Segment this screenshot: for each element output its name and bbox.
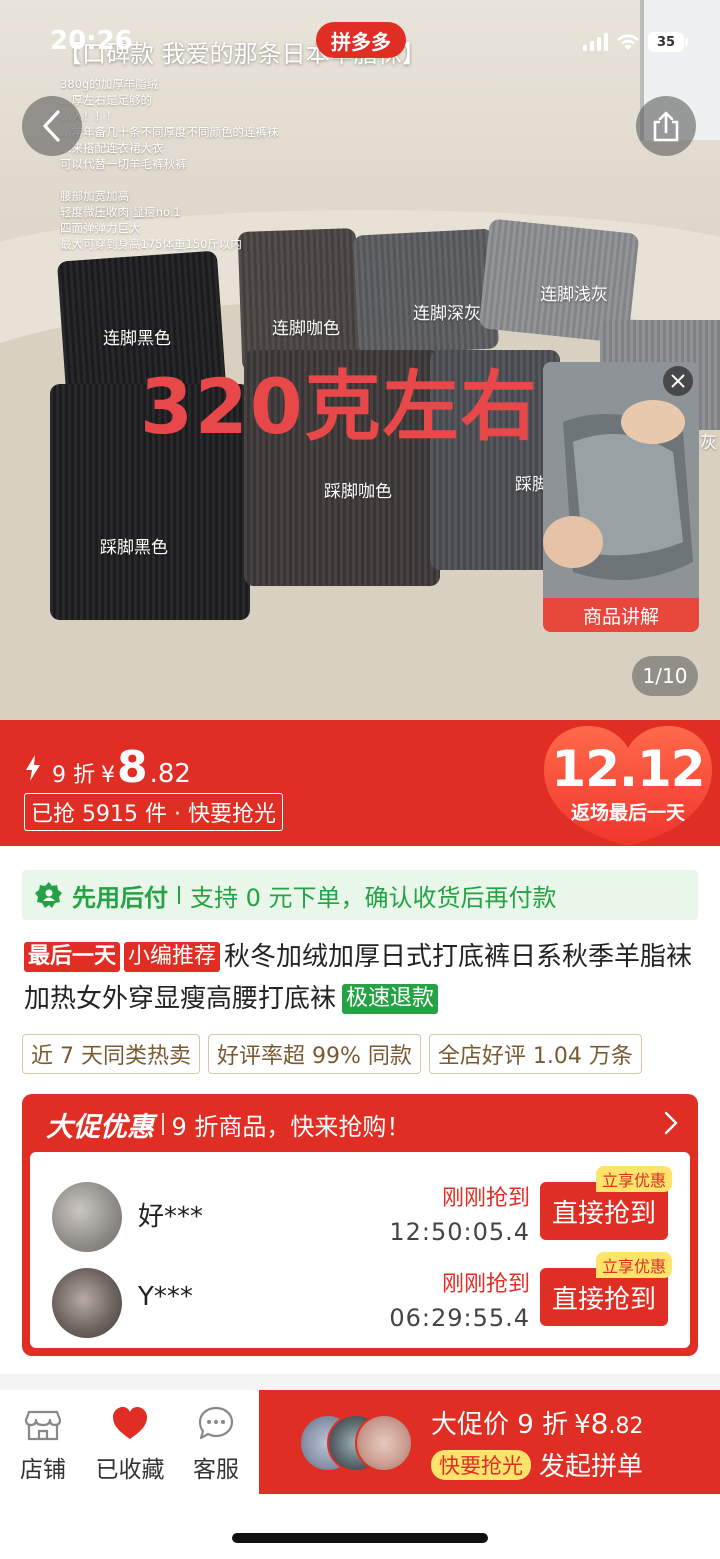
divider xyxy=(162,1113,164,1135)
sock-label: 连脚浅灰 xyxy=(540,285,608,305)
avatar xyxy=(52,1268,122,1338)
product-title: 最后一天 小编推荐 秋冬加绒加厚日式打底裤日系秋季羊脂袜加热女外穿显瘦高腰打底袜 极速… xyxy=(24,936,700,1020)
chip-hot-sale[interactable]: 近 7 天同类热卖 xyxy=(22,1034,200,1074)
hero-notes: 380g的加厚羊脂绒 …厚左右是足够的 …入！！！ …常年备几十条不同厚度不同颜… xyxy=(60,77,279,251)
group-price-integer: 8 xyxy=(590,1407,609,1440)
group-price-currency: ¥ xyxy=(574,1410,591,1440)
customer-service-button[interactable]: 客服 xyxy=(176,1404,256,1484)
wifi-icon xyxy=(617,34,639,50)
group-price: 大促价 9 折 ¥ 8 .82 xyxy=(431,1404,643,1441)
event-date: 12.12 xyxy=(551,740,705,798)
editor-pick-tag: 小编推荐 xyxy=(124,942,221,972)
group-action: 快要抢光 发起拼单 xyxy=(431,1446,643,1483)
hero-weight-text: 320克左右 xyxy=(140,362,539,451)
store-icon xyxy=(24,1410,62,1441)
price-currency: ¥ xyxy=(101,763,115,788)
avatar xyxy=(52,1182,122,1252)
close-icon xyxy=(671,374,685,388)
divider xyxy=(0,1374,720,1390)
share-icon xyxy=(653,111,679,142)
price-line: 9 折 ¥ 8 .82 xyxy=(24,742,191,793)
fast-refund-tag: 极速退款 xyxy=(342,984,439,1014)
store-label: 店铺 xyxy=(20,1457,66,1483)
group-price-decimal: .82 xyxy=(608,1414,644,1439)
start-group-label: 发起拼单 xyxy=(539,1452,644,1482)
hurry-badge: 快要抢光 xyxy=(431,1449,531,1480)
chat-icon xyxy=(198,1406,234,1440)
buyer-name: Y*** xyxy=(138,1282,193,1312)
back-button[interactable] xyxy=(22,96,82,156)
event-subtitle: 返场最后一天 xyxy=(570,802,685,824)
share-button[interactable] xyxy=(636,96,696,156)
buyer-status: 刚刚抢到 xyxy=(441,1272,530,1297)
product-video-pip[interactable]: 商品讲解 xyxy=(543,362,699,632)
group-price-label: 大促价 9 折 xyxy=(431,1410,569,1440)
buyer-time: 06:29:55.4 xyxy=(389,1304,530,1332)
group-buy-button[interactable]: 大促价 9 折 ¥ 8 .82 快要抢光 发起拼单 xyxy=(259,1390,720,1494)
group-avatars xyxy=(299,1414,419,1474)
buyer-row: Y*** 刚刚抢到 06:29:55.4 直接抢到 立享优惠 xyxy=(42,1252,678,1346)
pay-later-desc: 支持 0 元下单，确认收货后再付款 xyxy=(190,883,557,912)
promo-event-badge: 12.12 返场最后一天 xyxy=(540,722,716,850)
divider xyxy=(178,886,180,904)
sock-label: 连脚咖色 xyxy=(272,319,340,339)
buyer-name: 好*** xyxy=(138,1202,204,1232)
chip-store-reviews[interactable]: 全店好评 1.04 万条 xyxy=(428,1034,642,1074)
home-indicator[interactable] xyxy=(232,1533,488,1543)
video-caption: 商品讲解 xyxy=(543,598,699,632)
app-badge: 拼多多 xyxy=(316,22,406,58)
pay-later-icon xyxy=(35,882,62,908)
chevron-left-icon xyxy=(43,110,60,142)
sock-label: 连脚深灰 xyxy=(413,304,481,324)
price-integer: 8 xyxy=(117,742,148,793)
close-video-button[interactable] xyxy=(663,366,693,396)
price-decimal: .82 xyxy=(149,759,191,789)
buyer-status: 刚刚抢到 xyxy=(441,1186,530,1211)
buyer-row: 好*** 刚刚抢到 12:50:05.4 直接抢到 立享优惠 xyxy=(42,1166,678,1260)
product-sock-deepgray-footed xyxy=(352,228,500,356)
promo-subtitle: 9 折商品，快来抢购！ xyxy=(171,1112,411,1141)
discount-label: 9 折 xyxy=(52,763,95,788)
video-thumbnail xyxy=(543,362,699,598)
buyer-time: 12:50:05.4 xyxy=(389,1218,530,1246)
promo-header: 大促优惠 9 折商品，快来抢购！ xyxy=(46,1104,410,1144)
promo-title: 大促优惠 xyxy=(46,1111,154,1143)
sock-label: 踩脚咖色 xyxy=(324,482,392,502)
status-icons: 35 xyxy=(583,32,688,52)
service-label: 客服 xyxy=(193,1457,239,1483)
chip-rating[interactable]: 好评率超 99% 同款 xyxy=(207,1034,421,1074)
chevron-right-icon[interactable] xyxy=(662,1110,680,1136)
promo-section[interactable]: 大促优惠 9 折商品，快来抢购！ 好*** 刚刚抢到 12:50:05.4 直接… xyxy=(22,1094,698,1356)
sold-count: 已抢 5915 件 · 快要抢光 xyxy=(24,793,283,831)
sock-label: 踩脚黑色 xyxy=(100,538,168,558)
lightning-icon xyxy=(26,754,40,781)
heart-icon xyxy=(113,1407,147,1439)
recent-buyers-list: 好*** 刚刚抢到 12:50:05.4 直接抢到 立享优惠 Y*** 刚刚抢到… xyxy=(30,1152,690,1348)
image-page-indicator: 1/10 xyxy=(632,656,698,696)
avatar xyxy=(355,1414,413,1472)
sock-label: 灰 xyxy=(700,433,717,453)
battery-icon: 35 xyxy=(648,32,688,52)
instant-discount-badge: 立享优惠 xyxy=(595,1166,672,1192)
pay-later-title: 先用后付 xyxy=(72,883,168,912)
store-button[interactable]: 店铺 xyxy=(3,1404,83,1484)
favorite-label: 已收藏 xyxy=(95,1457,165,1483)
pay-later-banner[interactable]: 先用后付 支持 0 元下单，确认收货后再付款 xyxy=(22,870,698,920)
feature-chips: 近 7 天同类热卖 好评率超 99% 同款 全店好评 1.04 万条 xyxy=(22,1034,642,1074)
status-time: 20:26 xyxy=(50,26,133,56)
favorite-button[interactable]: 已收藏 xyxy=(90,1404,170,1484)
bottom-action-bar: 店铺 已收藏 客服 大促价 9 折 ¥ 8 .82 快要抢光 发起拼单 xyxy=(0,1390,720,1494)
signal-icon xyxy=(583,33,608,51)
instant-discount-badge: 立享优惠 xyxy=(595,1252,672,1278)
last-day-tag: 最后一天 xyxy=(24,942,121,972)
